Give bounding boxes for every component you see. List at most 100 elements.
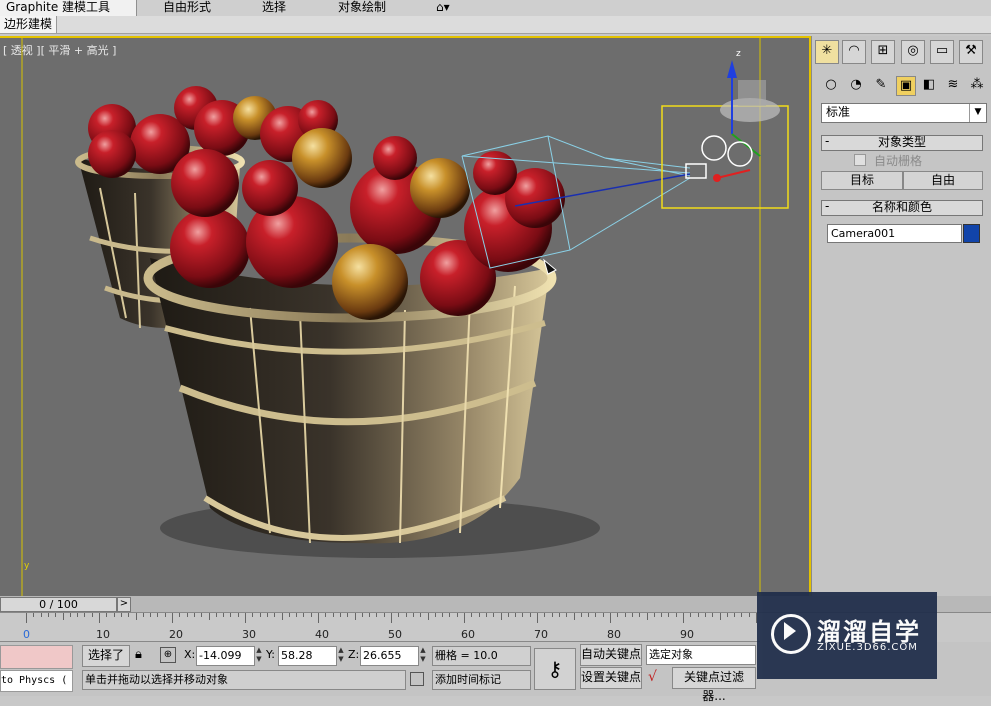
spacewarps-icon[interactable]: ≋: [944, 76, 962, 94]
track-tick-label: 80: [607, 628, 621, 641]
shapes-icon[interactable]: ◔: [847, 76, 865, 94]
tab-selection[interactable]: 选择: [256, 0, 292, 16]
set-key-button[interactable]: 设置关键点: [580, 667, 642, 689]
autogrid-checkbox[interactable]: [854, 154, 866, 166]
z-coordinate-field[interactable]: 26.655: [360, 646, 419, 666]
x-label: X:: [184, 648, 196, 661]
track-tick: [84, 613, 86, 617]
maxscript-output[interactable]: to Physcs (: [0, 670, 73, 692]
track-tick: [354, 613, 356, 620]
track-tick: [91, 613, 93, 617]
grid-size-display: 栅格 = 10.0: [432, 646, 531, 666]
scene-render[interactable]: z y: [0, 38, 809, 596]
tab-graphite[interactable]: Graphite 建模工具: [0, 0, 137, 16]
curve-editor-icon[interactable]: √: [648, 669, 666, 687]
create-icon[interactable]: ✳: [815, 40, 839, 64]
add-time-tag[interactable]: 添加时间标记: [432, 670, 531, 690]
category-dropdown[interactable]: 标准 ▼: [821, 103, 987, 123]
y-coordinate-field[interactable]: 58.28: [278, 646, 337, 666]
geometry-icon[interactable]: ○: [822, 76, 840, 94]
track-tick: [515, 613, 517, 617]
track-tick: [296, 613, 298, 617]
set-key-icon[interactable]: ⚷: [534, 648, 576, 690]
track-tick-label: 60: [461, 628, 475, 641]
perspective-viewport[interactable]: z y [ 透视 ][ 平滑 + 高光 ]: [0, 36, 811, 596]
track-bar[interactable]: 0 10 20 30 40 50 60 70 80 90: [0, 613, 760, 642]
track-tick: [624, 613, 626, 617]
track-tick: [281, 613, 283, 620]
track-tick-label: 0: [23, 628, 30, 641]
track-tick: [478, 613, 480, 617]
next-frame-button[interactable]: >: [117, 597, 131, 612]
track-tick: [201, 613, 203, 617]
tab-freeform[interactable]: 自由形式: [157, 0, 217, 16]
track-tick: [427, 613, 429, 620]
track-tick: [668, 613, 670, 617]
track-tick: [208, 613, 210, 620]
watermark: 溜溜自学 ZIXUE.3D66.COM: [757, 592, 937, 679]
track-tick: [551, 613, 553, 617]
cameras-icon[interactable]: ▣: [896, 76, 916, 96]
track-tick: [726, 613, 728, 617]
auto-key-button[interactable]: 自动关键点: [580, 644, 642, 666]
free-camera-button[interactable]: 自由: [903, 171, 983, 190]
track-tick: [434, 613, 436, 617]
lock-icon[interactable]: 🔒︎: [135, 647, 142, 662]
track-tick: [449, 613, 451, 617]
time-slider-thumb[interactable]: 0 / 100: [0, 597, 117, 612]
utilities-icon[interactable]: ⚒: [959, 40, 983, 64]
y-spinner[interactable]: ▲ ▼: [337, 646, 345, 664]
ribbon-options-dropdown[interactable]: ⌂▾: [430, 0, 456, 16]
target-camera-button[interactable]: 目标: [821, 171, 903, 190]
watermark-url: ZIXUE.3D66.COM: [817, 642, 918, 653]
track-tick: [369, 613, 371, 617]
lights-icon[interactable]: ✎: [872, 76, 890, 94]
track-tick: [252, 613, 254, 617]
object-name-field[interactable]: Camera001: [827, 224, 962, 243]
track-tick: [193, 613, 195, 617]
time-tag-icon[interactable]: [410, 672, 424, 686]
track-tick: [77, 613, 79, 617]
maxscript-listener[interactable]: [0, 645, 73, 669]
track-tick: [507, 613, 509, 617]
z-spinner[interactable]: ▲ ▼: [419, 646, 427, 664]
play-icon: [784, 622, 796, 640]
subtab-polygon-modeling[interactable]: 边形建模: [0, 16, 58, 33]
track-tick: [697, 613, 699, 617]
track-tick: [580, 613, 582, 617]
key-filters-button[interactable]: 关键点过滤器...: [672, 667, 756, 703]
track-tick: [522, 613, 524, 617]
selection-bracket: [661, 105, 789, 209]
camera-gizmo[interactable]: z: [685, 49, 780, 182]
track-tick: [245, 613, 246, 623]
track-tick: [558, 613, 560, 617]
track-tick-label: 70: [534, 628, 548, 641]
track-tick: [26, 613, 27, 623]
track-tick: [704, 613, 706, 617]
object-color-swatch[interactable]: [963, 224, 980, 243]
tab-object-paint[interactable]: 对象绘制: [332, 0, 392, 16]
absolute-mode-icon[interactable]: ⊕: [160, 647, 176, 663]
motion-icon[interactable]: ◎: [901, 40, 925, 64]
track-tick: [40, 613, 42, 617]
x-spinner[interactable]: ▲ ▼: [255, 646, 263, 664]
key-mode-dropdown[interactable]: 选定对象: [646, 645, 756, 665]
track-tick: [259, 613, 261, 617]
track-tick: [150, 613, 152, 617]
modify-icon[interactable]: ◠: [842, 40, 866, 64]
track-tick: [398, 613, 400, 617]
object-type-rollout[interactable]: - 对象类型: [821, 135, 983, 151]
display-icon[interactable]: ▭: [930, 40, 954, 64]
track-tick: [120, 613, 122, 617]
name-color-rollout[interactable]: - 名称和颜色: [821, 200, 983, 216]
helpers-icon[interactable]: ◧: [920, 76, 938, 94]
hierarchy-icon[interactable]: ⊞: [871, 40, 895, 64]
track-tick-label: 90: [680, 628, 694, 641]
track-tick-label: 10: [96, 628, 110, 641]
x-coordinate-field[interactable]: -14.099: [196, 646, 255, 666]
track-tick: [186, 613, 188, 617]
viewport-label[interactable]: [ 透视 ][ 平滑 + 高光 ]: [3, 42, 116, 58]
command-panel: ✳ ◠ ⊞ ◎ ▭ ⚒ ○ ◔ ✎ ▣ ◧ ≋ ⁂ 标准 ▼ - 对象类型 自动…: [811, 36, 991, 596]
track-tick: [595, 613, 597, 617]
systems-icon[interactable]: ⁂: [968, 76, 986, 94]
